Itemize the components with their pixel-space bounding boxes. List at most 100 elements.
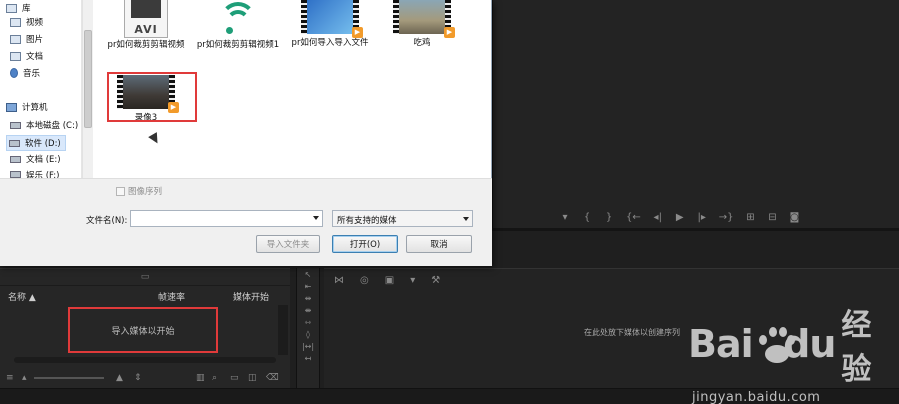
sort-asc-icon: ▲ xyxy=(28,292,36,303)
drive-icon xyxy=(9,139,20,147)
nav-item-library[interactable]: 库 xyxy=(6,2,31,14)
nav-item-drive-c[interactable]: 本地磁盘 (C:) xyxy=(10,119,78,131)
column-frame-rate[interactable]: 帧速率 xyxy=(158,290,185,303)
step-back-icon[interactable]: ◂| xyxy=(653,212,663,223)
add-marker-icon[interactable]: ▾ xyxy=(560,212,570,223)
dialog-bottom-bar: 图像序列 文件名(N): 所有支持的媒体 导入文件夹 打开(O) 取消 xyxy=(0,178,492,266)
import-folder-button[interactable]: 导入文件夹 xyxy=(256,235,320,253)
clear-icon[interactable]: ⌫ xyxy=(266,373,279,383)
mark-in-icon[interactable]: { xyxy=(582,212,592,223)
file-type-select[interactable]: 所有支持的媒体 xyxy=(332,210,473,227)
sort-icon[interactable]: ⇕ xyxy=(134,373,142,383)
cancel-button[interactable]: 取消 xyxy=(406,235,472,253)
play-icon: ▶ xyxy=(168,102,179,113)
project-footer: ≡ ▴ ▲ ⇕ ▥ ⌕ ▭ ◫ ⌫ xyxy=(0,371,290,385)
videos-folder-icon xyxy=(10,17,21,27)
marker-icon[interactable]: ▾ xyxy=(410,275,415,286)
slip-icon[interactable]: |↔| xyxy=(302,342,314,351)
project-horizontal-scrollbar[interactable] xyxy=(14,357,276,363)
computer-icon xyxy=(6,102,17,112)
navigation-scrollbar[interactable] xyxy=(82,0,93,182)
rate-stretch-icon[interactable]: ⇿ xyxy=(305,318,312,327)
timeline-toolbar: ⋈ ◎ ▣ ▾ ⚒ xyxy=(334,275,440,286)
track-select-icon[interactable]: ⇤ xyxy=(305,282,312,291)
slide-icon[interactable]: ↤ xyxy=(305,354,312,363)
snap-icon[interactable]: ⋈ xyxy=(334,275,344,286)
nav-item-documents[interactable]: 文档 xyxy=(10,50,43,62)
column-media-start[interactable]: 媒体开始 xyxy=(233,290,269,303)
file-item[interactable]: ▶ 吃鸡 xyxy=(379,0,465,49)
media-file-icon xyxy=(218,0,258,38)
tools-panel: ↖ ⇤ ⇹ ⇼ ⇿ ◊ |↔| ↤ xyxy=(296,268,320,388)
project-column-header: 名称 ▲ 帧速率 媒体开始 xyxy=(0,289,290,303)
project-panel: ▭ 名称 ▲ 帧速率 媒体开始 导入媒体以开始 ≡ ▴ ▲ ⇕ ▥ ⌕ ▭ ◫ … xyxy=(0,268,290,388)
folder-icon[interactable]: ▭ xyxy=(141,272,150,282)
filename-label: 文件名(N): xyxy=(86,216,128,226)
avi-file-icon: AVI xyxy=(124,0,168,38)
mark-out-icon[interactable]: } xyxy=(604,212,614,223)
nav-item-music[interactable]: 音乐 xyxy=(10,67,40,79)
pictures-folder-icon xyxy=(10,34,21,44)
navigation-pane: 库 视频 图片 文档 音乐 计算机 本地磁盘 (C:) 软件 (D:) 文档 (… xyxy=(0,0,82,182)
new-bin-icon[interactable]: ▭ xyxy=(230,373,239,383)
go-to-in-icon[interactable]: {← xyxy=(626,212,641,223)
export-frame-icon[interactable]: ◙ xyxy=(790,212,800,223)
library-icon xyxy=(6,3,17,13)
selection-tool-icon[interactable]: ↖ xyxy=(305,270,312,279)
project-vertical-scrollbar[interactable] xyxy=(278,305,288,355)
file-item[interactable]: AVI pr如何裁剪剪辑视频 xyxy=(103,0,189,51)
nav-item-drive-d[interactable]: 软件 (D:) xyxy=(6,135,66,151)
drive-icon xyxy=(10,121,21,129)
chevron-down-icon[interactable] xyxy=(463,217,469,221)
rolling-edit-icon[interactable]: ⇼ xyxy=(305,306,312,315)
project-toolbar: ▭ xyxy=(0,269,290,286)
nav-item-pictures[interactable]: 图片 xyxy=(10,33,43,45)
find-icon[interactable]: ⌕ xyxy=(212,373,217,383)
razor-icon[interactable]: ◊ xyxy=(306,330,310,339)
overwrite-icon[interactable]: ⊟ xyxy=(768,212,778,223)
paw-icon xyxy=(755,323,795,365)
file-item[interactable]: pr如何裁剪剪辑视频1 xyxy=(195,0,281,51)
chevron-down-icon[interactable] xyxy=(313,216,319,220)
project-empty-message: 导入媒体以开始 xyxy=(68,307,218,353)
transport-controls: ▾ { } {← ◂| ▶ |▸ →} ⊞ ⊟ ◙ xyxy=(560,208,860,226)
drive-icon xyxy=(10,171,21,178)
nav-item-drive-e[interactable]: 文档 (E:) xyxy=(10,153,61,165)
highlight-box xyxy=(107,72,197,122)
timeline-empty-message: 在此处放下媒体以创建序列 xyxy=(584,328,680,337)
image-sequence-option[interactable]: 图像序列 xyxy=(116,185,162,197)
program-monitor xyxy=(492,0,899,228)
documents-folder-icon xyxy=(10,51,21,61)
wrench-icon[interactable]: ⚒ xyxy=(431,275,440,286)
column-name[interactable]: 名称 ▲ xyxy=(8,290,36,303)
video-thumbnail-icon: ▶ xyxy=(393,0,455,38)
open-button[interactable]: 打开(O) xyxy=(332,235,398,253)
insert-icon[interactable]: ⊞ xyxy=(746,212,756,223)
music-folder-icon xyxy=(10,68,18,78)
linked-selection-icon[interactable]: ◎ xyxy=(360,275,369,286)
go-to-out-icon[interactable]: →} xyxy=(719,212,734,223)
add-marker-timeline-icon[interactable]: ▣ xyxy=(385,275,394,286)
ripple-edit-icon[interactable]: ⇹ xyxy=(305,294,312,303)
zoom-out-icon[interactable]: ▴ xyxy=(22,373,27,383)
zoom-slider[interactable] xyxy=(34,377,104,379)
file-item[interactable]: ▶ pr如何导入导入文件 xyxy=(287,0,373,49)
video-thumbnail-icon: ▶ xyxy=(301,0,363,38)
play-icon: ▶ xyxy=(444,27,455,38)
nav-item-computer[interactable]: 计算机 xyxy=(6,101,48,113)
watermark-url: jingyan.baidu.com xyxy=(692,390,821,404)
drive-icon xyxy=(10,155,21,163)
zoom-in-icon[interactable]: ▲ xyxy=(116,373,123,383)
new-item-icon[interactable]: ◫ xyxy=(248,373,257,383)
step-forward-icon[interactable]: |▸ xyxy=(697,212,707,223)
baidu-logo: Bai du 经验 xyxy=(688,308,871,387)
automate-icon[interactable]: ▥ xyxy=(196,373,205,383)
program-lower-area xyxy=(492,231,899,266)
image-sequence-checkbox[interactable] xyxy=(116,186,125,196)
play-icon[interactable]: ▶ xyxy=(675,212,685,223)
list-view-icon[interactable]: ≡ xyxy=(6,373,14,383)
play-icon: ▶ xyxy=(352,27,363,38)
scrollbar-thumb[interactable] xyxy=(84,30,92,128)
filename-input[interactable] xyxy=(130,210,323,227)
nav-item-videos[interactable]: 视频 xyxy=(10,16,43,28)
